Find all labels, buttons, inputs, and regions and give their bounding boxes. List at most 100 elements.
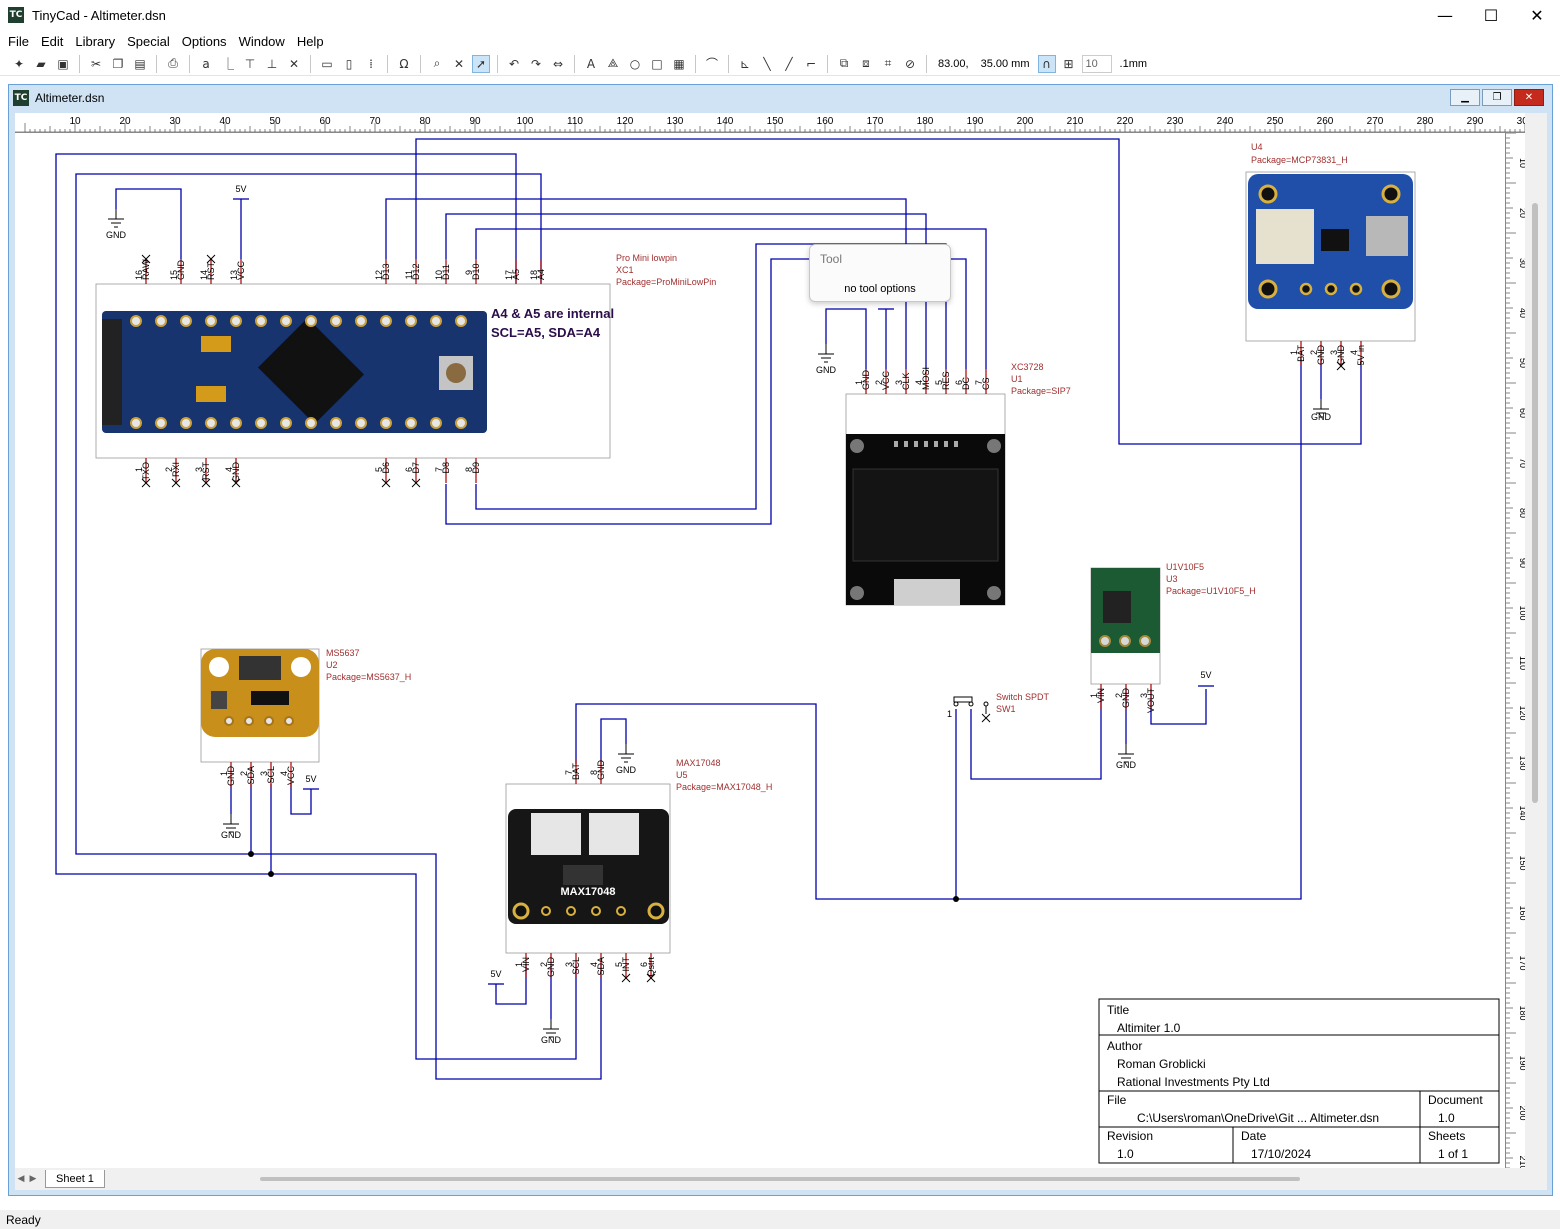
close-button[interactable]: ✕	[1514, 0, 1560, 30]
new-file-icon[interactable]: ✦	[10, 55, 28, 73]
charger-ref: U4	[1251, 142, 1263, 152]
ruler-icon[interactable]: ⊾	[736, 55, 754, 73]
pin-number: 16	[134, 270, 144, 280]
menu-edit[interactable]: Edit	[35, 34, 69, 49]
ruler-h-label: 270	[1367, 116, 1384, 127]
delete-icon[interactable]: ✕	[450, 55, 468, 73]
paste-icon[interactable]: ▤	[131, 55, 149, 73]
oled-component[interactable]: XC3728 U1 Package=SIP7 GND1 VCC2 CLK3 MOSI4…	[845, 362, 1071, 606]
minimize-button[interactable]: —	[1422, 0, 1468, 30]
drawing-area[interactable]: 10 20 30 40 50 60 70 80 90 100 110 120 130 140 150 160 1…	[15, 113, 1547, 1168]
doc-close-button[interactable]: ✕	[1514, 89, 1544, 106]
svg-text:5V: 5V	[305, 774, 316, 784]
pin-icon[interactable]: ⁞	[362, 55, 380, 73]
baro-component[interactable]: MS5637 U2 Package=MS5637_H GND1 SDA2 SCL3 V…	[200, 648, 411, 787]
tb-sheets-label: Sheets	[1428, 1129, 1465, 1143]
power-icon[interactable]: ⊤	[241, 55, 259, 73]
symbol-icon[interactable]: Ω	[395, 55, 413, 73]
tb-author-label: Author	[1107, 1039, 1142, 1053]
rotate-left-icon[interactable]: ↶	[505, 55, 523, 73]
route-icon[interactable]: ⌐	[802, 55, 820, 73]
ruler-v-label: 100	[1518, 605, 1525, 620]
tab-prev-icon[interactable]: ◀	[15, 1174, 27, 1184]
tb-file-label: File	[1107, 1093, 1127, 1107]
sheet-tab-bar: ◀ ▶ Sheet 1	[15, 1168, 1547, 1190]
rotate-right-icon[interactable]: ↷	[527, 55, 545, 73]
ruler-h-label: 50	[269, 116, 281, 127]
menu-window[interactable]: Window	[233, 34, 291, 49]
menu-file[interactable]: File	[2, 34, 35, 49]
vertical-scrollbar[interactable]	[1525, 113, 1547, 1168]
tool-options-popup: Tool no tool options	[809, 244, 951, 302]
doc-minimize-button[interactable]: ▁	[1450, 89, 1480, 106]
open-folder-icon[interactable]: ▰	[32, 55, 50, 73]
cut-icon[interactable]: ✂	[87, 55, 105, 73]
ruler-h-label: 90	[469, 116, 481, 127]
pin-number: 17	[504, 270, 514, 280]
svg-text:GND: GND	[221, 830, 242, 840]
design-check-icon[interactable]: ⧈	[857, 55, 875, 73]
ruler-h-label: 240	[1217, 116, 1234, 127]
schematic-canvas[interactable]: GND 5V GND GND GND GND 5V GND 5V 5V GND	[15, 133, 1505, 1168]
line-icon[interactable]: ╲	[758, 55, 776, 73]
promini-component[interactable]: A4 & A5 are internal SCL=A5, SDA=A4 Pro …	[95, 253, 716, 488]
ground-icon[interactable]: ⊥	[263, 55, 281, 73]
doc-restore-button[interactable]: ❐	[1482, 89, 1512, 106]
diagonal-icon[interactable]: ╱	[780, 55, 798, 73]
baro-package: Package=MS5637_H	[326, 672, 411, 682]
erc-icon[interactable]: ⊘	[901, 55, 919, 73]
bus-entry-icon[interactable]: ▯	[340, 55, 358, 73]
netlist-icon[interactable]: ⌗	[879, 55, 897, 73]
horizontal-scrollbar[interactable]	[260, 1177, 1300, 1181]
ruler-h-label: 80	[419, 116, 431, 127]
text-icon[interactable]: A	[582, 55, 600, 73]
ruler-v-label: 200	[1518, 1105, 1525, 1120]
menu-options[interactable]: Options	[176, 34, 233, 49]
net-label-icon[interactable]: a	[197, 55, 215, 73]
ruler-h-label: 190	[967, 116, 984, 127]
polygon-icon[interactable]: ⟁	[604, 55, 622, 73]
menu-special[interactable]: Special	[121, 34, 176, 49]
copy-icon[interactable]: ❐	[109, 55, 127, 73]
mirror-icon[interactable]: ⇔	[549, 55, 567, 73]
grid-size-input[interactable]: 10	[1081, 54, 1112, 73]
square-icon[interactable]: □	[648, 55, 666, 73]
ruler-h-label: 30	[169, 116, 181, 127]
pin-number: 3	[259, 771, 269, 776]
ruler-v-label: 70	[1518, 458, 1525, 468]
save-icon[interactable]: ▣	[54, 55, 72, 73]
snap-magnet-icon[interactable]: ∩	[1037, 54, 1056, 73]
menu-help[interactable]: Help	[291, 34, 330, 49]
grid-snap-icon[interactable]: ⊞	[1060, 55, 1078, 73]
print-icon[interactable]: ⎙	[164, 55, 182, 73]
select-arrow-icon[interactable]: ➚	[472, 54, 490, 73]
tab-next-icon[interactable]: ▶	[27, 1174, 39, 1184]
pin-label: GND	[596, 760, 606, 781]
sheet-tab[interactable]: Sheet 1	[45, 1170, 105, 1188]
tb-title-label: Title	[1107, 1003, 1130, 1017]
ruler-v-label: 10	[1518, 158, 1525, 168]
switch-component[interactable]: 1 Switch SPDT SW1	[947, 692, 1050, 723]
ruler-v-label: 120	[1518, 705, 1525, 720]
window-title: TinyCad - Altimeter.dsn	[32, 7, 166, 23]
hierarchy-icon[interactable]: ⧉	[835, 55, 853, 73]
pin-number: 11	[404, 270, 414, 279]
pin-number: 2	[1309, 350, 1319, 355]
charger-component[interactable]: U4 Package=MCP73831_H BAT1 GND2 GND3 5V in4	[1245, 142, 1416, 371]
pin-number: 3	[194, 467, 204, 472]
no-connect-icon[interactable]: ✕	[285, 55, 303, 73]
wire-icon[interactable]: ⎿	[219, 55, 237, 73]
tb-revision-label: Revision	[1107, 1129, 1153, 1143]
pin-number: 4	[224, 467, 234, 472]
maximize-button[interactable]: ☐	[1468, 0, 1514, 30]
regulator-component[interactable]: U1V10F5 U3 Package=U1V10F5_H VIN1 GND2 VOU…	[1089, 562, 1256, 713]
image-icon[interactable]: ▦	[670, 55, 688, 73]
bus-icon[interactable]: ▭	[318, 55, 336, 73]
pin-number: 8	[464, 467, 474, 472]
promini-bottom-pins: TXO1 RXI2 RST3 GND4 D65 D76 D87 D98	[134, 458, 481, 488]
circle-icon[interactable]: ○	[626, 55, 644, 73]
fuel-component[interactable]: MAX17048 MAX17048 U5 Package=MAX17048_H …	[505, 758, 772, 983]
arc-icon[interactable]: ⌒	[703, 55, 721, 73]
zoom-icon[interactable]: ⌕	[428, 55, 446, 73]
menu-library[interactable]: Library	[69, 34, 121, 49]
